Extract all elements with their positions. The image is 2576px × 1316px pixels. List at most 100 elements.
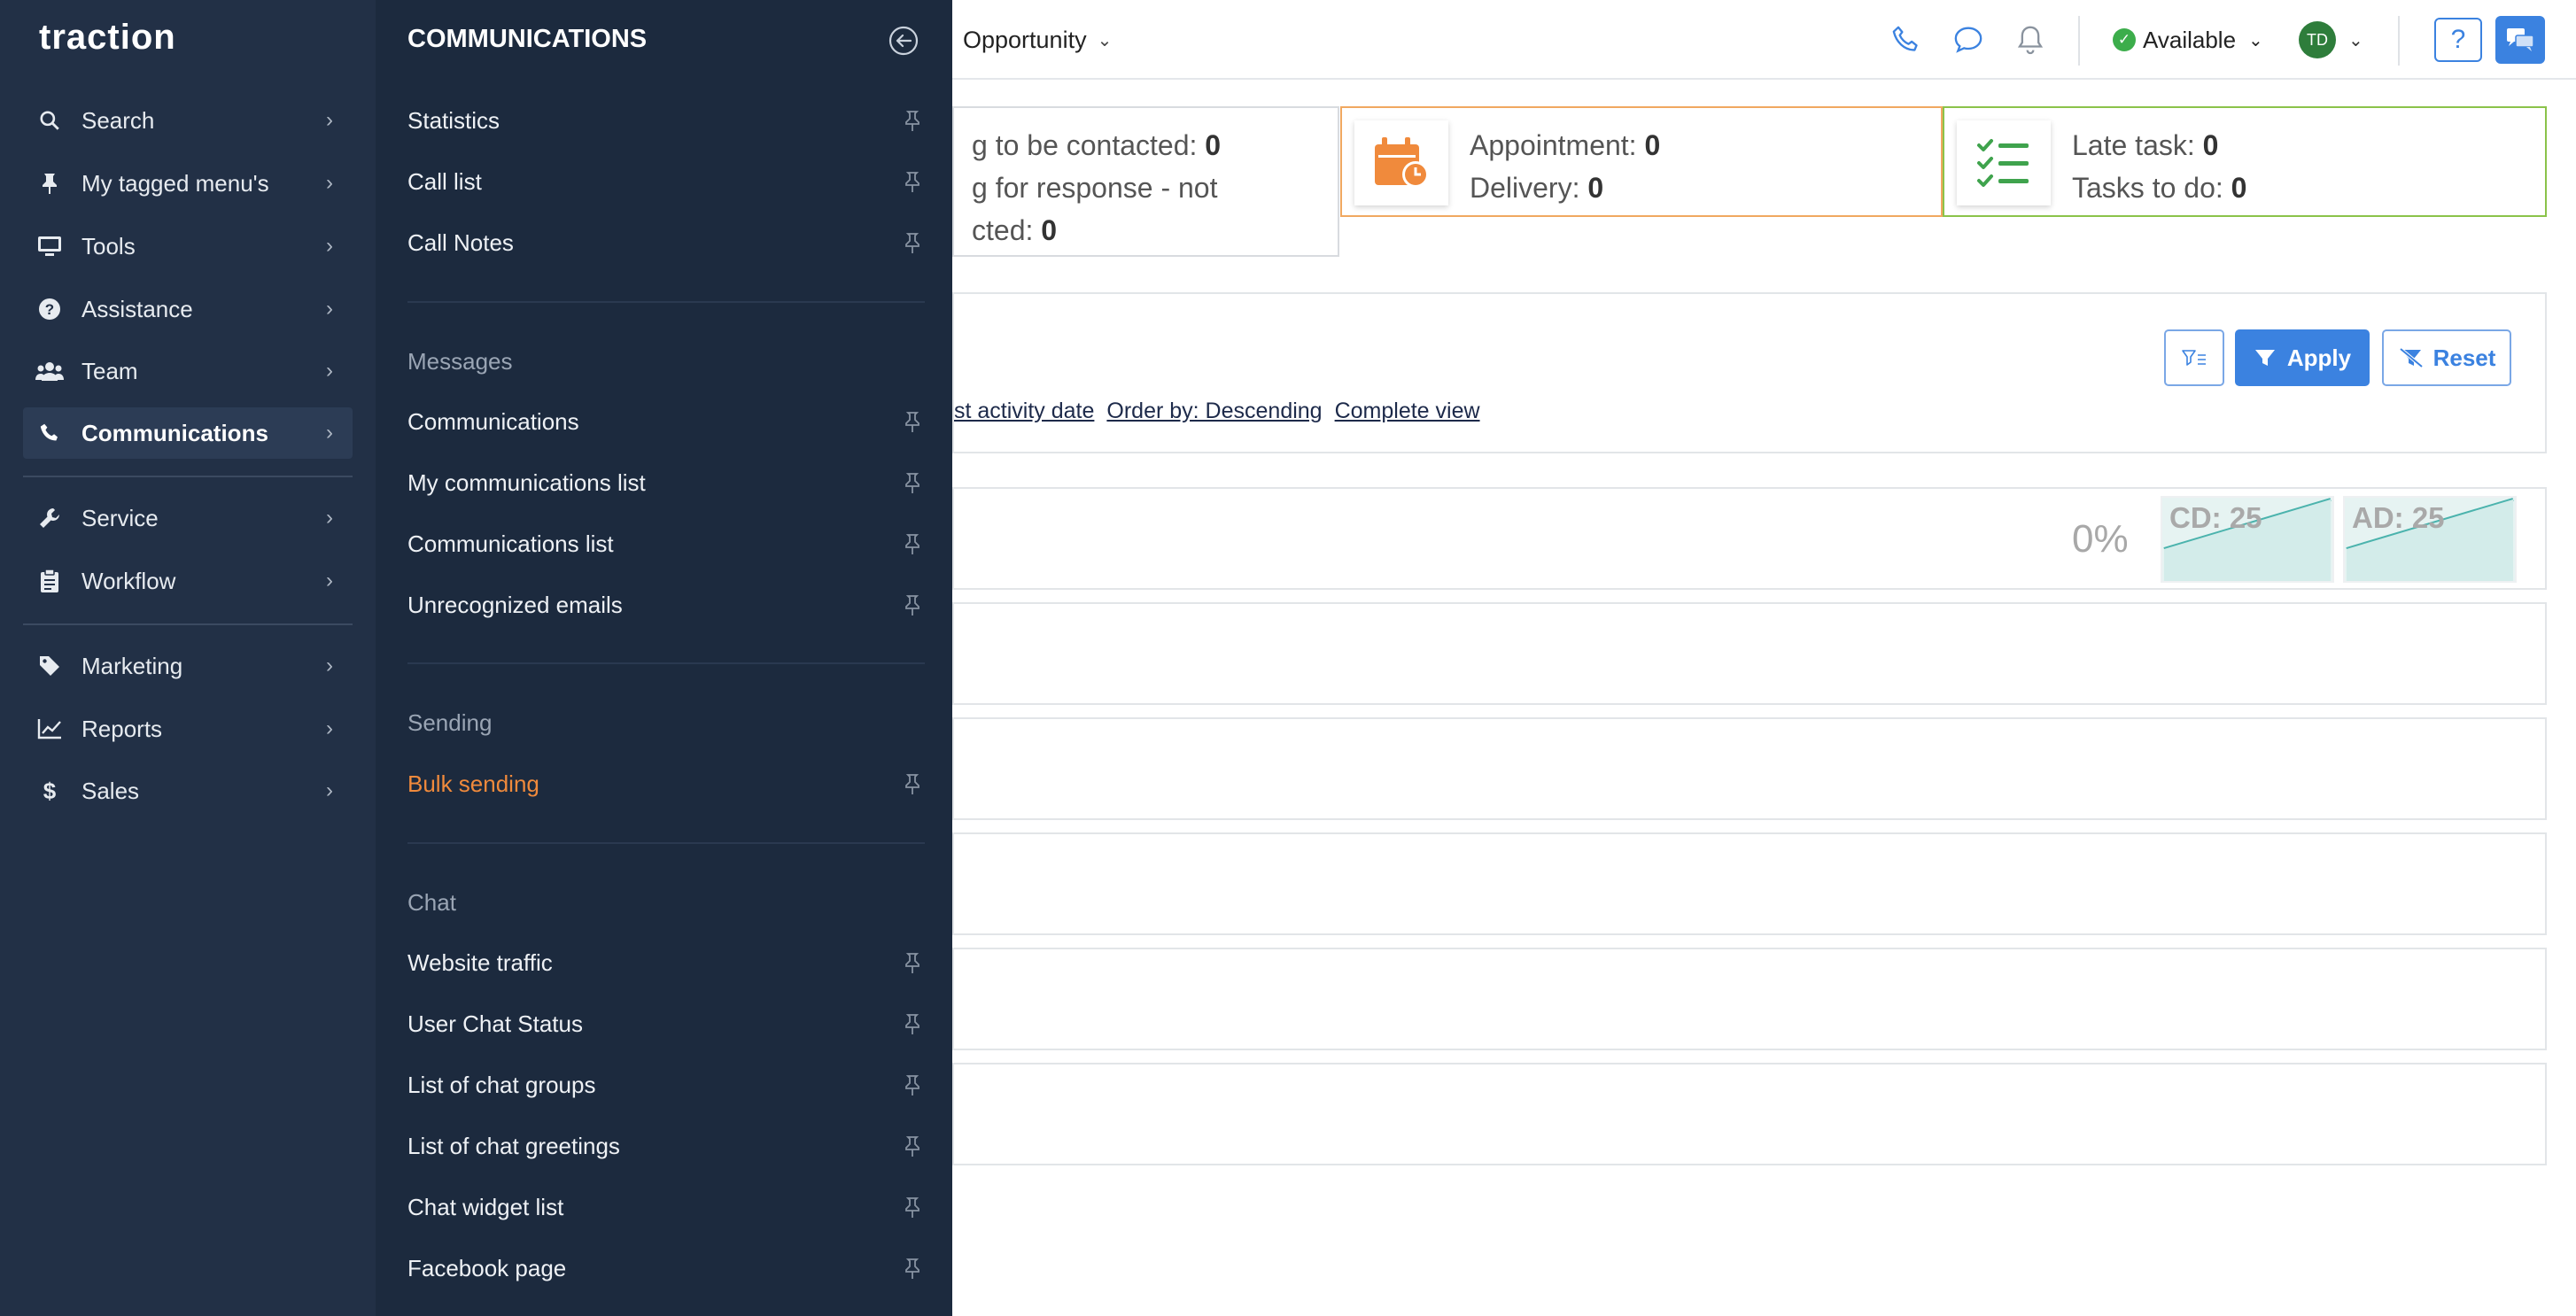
filter-options-button[interactable]	[2164, 329, 2224, 386]
submenu-item-website-traffic[interactable]: Website traffic	[407, 940, 925, 986]
submenu-item-facebook-page[interactable]: Facebook page	[407, 1245, 925, 1291]
appointment-kpi-card[interactable]: Appointment: 0 Delivery: 0	[1340, 106, 1943, 217]
submenu-item-label: Website traffic	[407, 948, 553, 976]
pin-icon[interactable]	[900, 108, 925, 133]
sidebar-item-workflow[interactable]: Workflow ›	[23, 555, 353, 607]
chevron-right-icon: ›	[326, 506, 333, 530]
divider	[407, 662, 925, 664]
filter-panel: st activity date Order by: Descending Co…	[952, 292, 2547, 453]
pin-icon[interactable]	[900, 169, 925, 194]
submenu-item-my-communications-list[interactable]: My communications list	[407, 460, 925, 506]
contacted-kpi-card: g to be contacted: 0 g for response - no…	[952, 106, 1339, 257]
sidebar-item-tools[interactable]: Tools ›	[23, 221, 353, 272]
pin-icon[interactable]	[900, 1134, 925, 1158]
submenu-item-label: Facebook page	[407, 1254, 567, 1281]
divider	[23, 476, 353, 477]
check-circle-icon: ✓	[2113, 28, 2136, 51]
divider	[2078, 16, 2080, 66]
list-row[interactable]	[952, 948, 2547, 1050]
messages-button[interactable]	[2495, 16, 2545, 64]
messages-section-heading: Messages	[407, 348, 513, 375]
pin-icon[interactable]	[900, 1256, 925, 1281]
submenu-item-chat-groups[interactable]: List of chat groups	[407, 1062, 925, 1108]
submenu-item-unrecognized-emails[interactable]: Unrecognized emails	[407, 582, 925, 628]
submenu-item-label: List of chat groups	[407, 1071, 596, 1098]
bell-icon[interactable]	[2013, 0, 2048, 80]
opportunity-dropdown[interactable]: Opportunity ⌄	[963, 0, 1112, 80]
apply-button-label: Apply	[2286, 344, 2352, 371]
pin-icon[interactable]	[900, 230, 925, 255]
kpi-value: 0	[2231, 172, 2247, 204]
view-mode-link[interactable]: Complete view	[1335, 399, 1480, 424]
submenu-item-user-chat-status[interactable]: User Chat Status	[407, 1001, 925, 1047]
submenu-item-bulk-sending[interactable]: Bulk sending	[407, 761, 925, 807]
messages-icon	[2507, 28, 2534, 51]
sidebar-item-label: Service	[81, 504, 159, 531]
user-menu[interactable]: TD ⌄	[2299, 0, 2363, 80]
submenu-item-chat-widget-list[interactable]: Chat widget list	[407, 1184, 925, 1230]
reset-filter-button[interactable]: Reset	[2382, 329, 2511, 386]
ad-sparkline: AD: 25	[2343, 496, 2517, 583]
sidebar-item-label: Assistance	[81, 295, 193, 322]
sidebar-item-reports[interactable]: Reports ›	[23, 703, 353, 755]
submenu-item-call-notes[interactable]: Call Notes	[407, 220, 925, 266]
chevron-right-icon: ›	[326, 778, 333, 802]
submenu-item-label: Call Notes	[407, 228, 514, 256]
tasks-kpi-card[interactable]: Late task: 0 Tasks to do: 0	[1943, 106, 2547, 217]
pin-icon[interactable]	[900, 1072, 925, 1097]
pin-icon[interactable]	[900, 1195, 925, 1219]
sidebar-item-service[interactable]: Service ›	[23, 492, 353, 544]
sidebar-item-communications[interactable]: Communications ›	[23, 407, 353, 459]
pin-icon[interactable]	[900, 771, 925, 796]
sidebar-item-search[interactable]: Search ›	[23, 95, 353, 146]
submenu-item-label: User Chat Status	[407, 1010, 583, 1037]
sidebar-item-tagged-menus[interactable]: My tagged menu's ›	[23, 158, 353, 209]
phone-icon[interactable]	[1889, 0, 1924, 80]
kpi-value: 0	[2202, 129, 2219, 161]
list-row[interactable]	[952, 602, 2547, 705]
pin-icon[interactable]	[900, 531, 925, 556]
divider	[23, 623, 353, 625]
submenu-item-chat-greetings[interactable]: List of chat greetings	[407, 1123, 925, 1169]
list-row[interactable]	[952, 832, 2547, 935]
logo[interactable]: traction	[39, 18, 176, 58]
help-button[interactable]: ?	[2434, 18, 2482, 62]
filter-list-icon	[2182, 350, 2206, 366]
apply-filter-button[interactable]: Apply	[2235, 329, 2370, 386]
filter-clear-icon	[2399, 347, 2423, 368]
pin-icon[interactable]	[900, 470, 925, 495]
chat-bubble-icon[interactable]	[1951, 0, 1986, 80]
sidebar-item-team[interactable]: Team ›	[23, 345, 353, 397]
submenu-item-label: Call list	[407, 167, 482, 195]
sidebar-item-assistance[interactable]: ? Assistance ›	[23, 283, 353, 335]
list-row[interactable]	[952, 1063, 2547, 1165]
sort-field-link[interactable]: st activity date	[954, 399, 1094, 424]
submenu-item-call-list[interactable]: Call list	[407, 159, 925, 205]
reset-button-label: Reset	[2432, 344, 2496, 371]
back-arrow-icon[interactable]	[888, 25, 919, 57]
divider	[407, 301, 925, 303]
list-row[interactable]	[952, 717, 2547, 820]
submenu-item-communications-list[interactable]: Communications list	[407, 521, 925, 567]
availability-status-dropdown[interactable]: ✓ Available ⌄	[2113, 0, 2263, 80]
pin-icon[interactable]	[900, 592, 925, 617]
svg-text:?: ?	[45, 301, 54, 318]
sort-order-link[interactable]: Order by: Descending	[1106, 399, 1322, 424]
pin-icon	[23, 172, 76, 195]
divider	[407, 842, 925, 844]
cd-sparkline: CD: 25	[2161, 496, 2334, 583]
pin-icon[interactable]	[900, 1011, 925, 1036]
pin-icon[interactable]	[900, 409, 925, 434]
progress-row: 0% CD: 25 AD: 25	[952, 487, 2547, 590]
sidebar-item-label: Tools	[81, 232, 136, 259]
sidebar-item-sales[interactable]: $ Sales ›	[23, 765, 353, 817]
checklist-icon	[1957, 120, 2051, 205]
pin-icon[interactable]	[900, 950, 925, 975]
users-icon	[23, 360, 76, 382]
top-bar: Opportunity ⌄ ✓ Available ⌄ TD ⌄ ?	[952, 0, 2576, 80]
submenu-item-statistics[interactable]: Statistics	[407, 97, 925, 143]
submenu-item-communications[interactable]: Communications	[407, 399, 925, 445]
chevron-right-icon: ›	[326, 359, 333, 383]
sidebar-item-marketing[interactable]: Marketing ›	[23, 640, 353, 692]
submenu-item-label: List of chat greetings	[407, 1132, 620, 1159]
